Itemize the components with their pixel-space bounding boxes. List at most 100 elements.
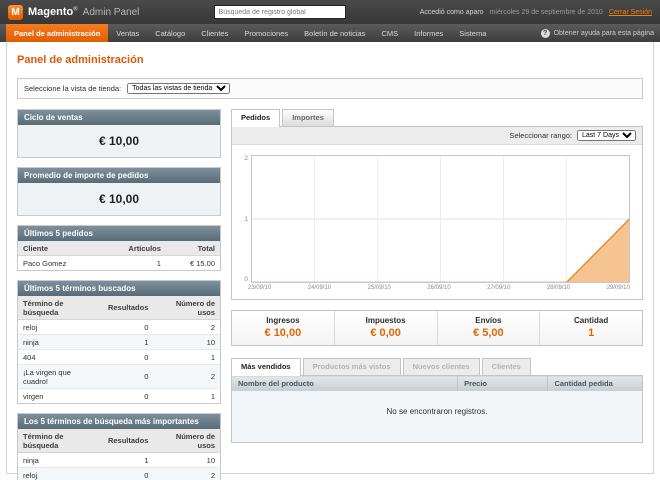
x-tick-label: 28/09/10 (547, 285, 570, 291)
stat-label: Envíos (438, 316, 540, 325)
cell-uses: 2 (153, 320, 220, 335)
page-title: Panel de administración (17, 54, 643, 66)
cell-term: 404 (18, 350, 103, 365)
tab-importes[interactable]: Importes (282, 109, 334, 126)
cell-uses: 10 (153, 335, 220, 350)
totals-bar: Ingresos € 10,00 Impuestos € 0,00 Envíos… (231, 310, 643, 346)
empty-message: No se encontraron registros. (232, 391, 643, 443)
global-search-input[interactable] (214, 5, 346, 19)
nav-item-boletin[interactable]: Boletín de noticias (296, 24, 373, 42)
range-bar: Seleccionar rango: Last 7 Days (232, 127, 642, 145)
cell-results: 0 (103, 365, 153, 389)
tab-nuevos-clientes: Nuevos clientes (403, 358, 480, 375)
chart-box: Seleccionar rango: Last 7 Days 2 1 0 23/09… (231, 126, 643, 300)
sales-cycle-panel: Ciclo de ventas € 10,00 (17, 109, 221, 158)
table-row: ninja 1 10 (18, 453, 220, 468)
logged-in-as: Accedió como aparo (420, 9, 484, 16)
dashboard-columns: Ciclo de ventas € 10,00 Promedio de impo… (17, 109, 643, 480)
cell-uses: 2 (153, 468, 220, 480)
logo-subtitle: Admin Panel (83, 7, 140, 18)
col-header: Número de usos (153, 429, 220, 453)
top-bar: M Magento® Admin Panel Accedió como apar… (0, 0, 660, 24)
col-header: Número de usos (153, 296, 220, 320)
chart-y-axis-labels: 2 1 0 (238, 155, 251, 283)
main-nav: Panel de administración Ventas Catálogo … (0, 24, 660, 42)
col-header: Total (166, 241, 220, 256)
x-tick-label: 26/09/10 (427, 285, 450, 291)
last-search-panel: Últimos 5 términos buscados Término de b… (17, 280, 221, 404)
top-search-table: Término de búsqueda Resultados Número de… (18, 429, 220, 480)
avg-order-title: Promedio de importe de pedidos (18, 168, 220, 183)
stat-impuestos: Impuestos € 0,00 (334, 311, 437, 345)
table-row: reloj 0 2 (18, 320, 220, 335)
table-row: ninja 1 10 (18, 335, 220, 350)
col-header: Resultados (103, 429, 153, 453)
cell-uses: 2 (153, 365, 220, 389)
nav-item-dashboard[interactable]: Panel de administración (6, 24, 108, 42)
left-column: Ciclo de ventas € 10,00 Promedio de impo… (17, 109, 221, 480)
nav-item-cms[interactable]: CMS (373, 24, 406, 42)
col-header: Artículos (100, 241, 166, 256)
y-tick-label: 2 (244, 155, 248, 162)
stat-value: € 10,00 (232, 327, 334, 339)
registered-mark: ® (73, 6, 77, 12)
cell-uses: 10 (153, 453, 220, 468)
last-orders-table: Cliente Artículos Total Paco Gomez 1 € 1… (18, 241, 220, 270)
stat-cantidad: Cantidad 1 (539, 311, 642, 345)
avg-order-value: € 10,00 (18, 183, 220, 215)
nav-item-catalogo[interactable]: Catálogo (147, 24, 193, 42)
store-view-select[interactable]: Todas las vistas de tienda (127, 83, 230, 94)
nav-item-clientes[interactable]: Clientes (193, 24, 236, 42)
header-meta: Accedió como aparo miércoles 29 de septi… (420, 9, 652, 16)
stat-value: € 5,00 (438, 327, 540, 339)
bottom-tabs: Más vendidos Productos más vistos Nuevos… (231, 358, 643, 375)
table-row: Paco Gomez 1 € 15.00 (18, 256, 220, 271)
cell-term: reloj (18, 320, 103, 335)
cell-results: 0 (103, 389, 153, 404)
col-header: Término de búsqueda (18, 429, 103, 453)
table-row: 404 0 1 (18, 350, 220, 365)
current-date: miércoles 29 de septiembre de 2010 (490, 9, 603, 16)
col-header-qty: Cantidad pedida (548, 376, 643, 392)
sales-cycle-title: Ciclo de ventas (18, 110, 220, 125)
content-frame: Panel de administración Seleccione la vi… (6, 42, 654, 474)
cell-uses: 1 (153, 350, 220, 365)
magento-logo: M Magento® Admin Panel (8, 5, 139, 20)
page-help-link[interactable]: ? Obtener ayuda para esta página (541, 24, 654, 42)
last-search-title: Últimos 5 términos buscados (18, 281, 220, 296)
top-search-panel: Los 5 términos de búsqueda más important… (17, 413, 221, 480)
cell-results: 0 (103, 350, 153, 365)
tab-pedidos[interactable]: Pedidos (231, 109, 280, 127)
x-tick-label: 29/09/10 (607, 285, 630, 291)
x-tick-label: 27/09/10 (487, 285, 510, 291)
help-label: Obtener ayuda para esta página (554, 30, 654, 37)
stat-ingresos: Ingresos € 10,00 (232, 311, 334, 345)
tab-mas-vendidos[interactable]: Más vendidos (231, 358, 301, 376)
nav-item-informes[interactable]: Informes (406, 24, 451, 42)
chart-plot (251, 155, 630, 283)
cell-uses: 1 (153, 389, 220, 404)
orders-area-chart (251, 155, 630, 283)
tab-clientes: Clientes (482, 358, 531, 375)
logo-title: Magento (28, 6, 73, 18)
chart-area: 2 1 0 (232, 145, 642, 283)
range-select[interactable]: Last 7 Days (577, 130, 636, 141)
table-row: reloj 0 2 (18, 468, 220, 480)
nav-item-promociones[interactable]: Promociones (236, 24, 296, 42)
logout-link[interactable]: Cerrar Sesión (609, 9, 652, 16)
nav-item-ventas[interactable]: Ventas (108, 24, 147, 42)
chart-x-axis-labels: 23/09/1024/09/1025/09/1026/09/1027/09/10… (232, 283, 642, 299)
y-tick-label: 1 (244, 216, 248, 223)
stat-value: € 0,00 (335, 327, 437, 339)
cell-results: 1 (103, 335, 153, 350)
nav-item-sistema[interactable]: Sistema (451, 24, 494, 42)
cell-customer: Paco Gomez (18, 256, 100, 271)
y-tick-label: 0 (244, 276, 248, 283)
table-row: ¡La virgen que cuadro! 0 2 (18, 365, 220, 389)
cell-term: ninja (18, 453, 103, 468)
stat-label: Ingresos (232, 316, 334, 325)
last-orders-panel: Últimos 5 pedidos Cliente Artículos Tota… (17, 225, 221, 271)
magento-logo-icon: M (8, 5, 23, 20)
cell-term: ¡La virgen que cuadro! (18, 365, 103, 389)
x-tick-label: 23/09/10 (248, 285, 271, 291)
